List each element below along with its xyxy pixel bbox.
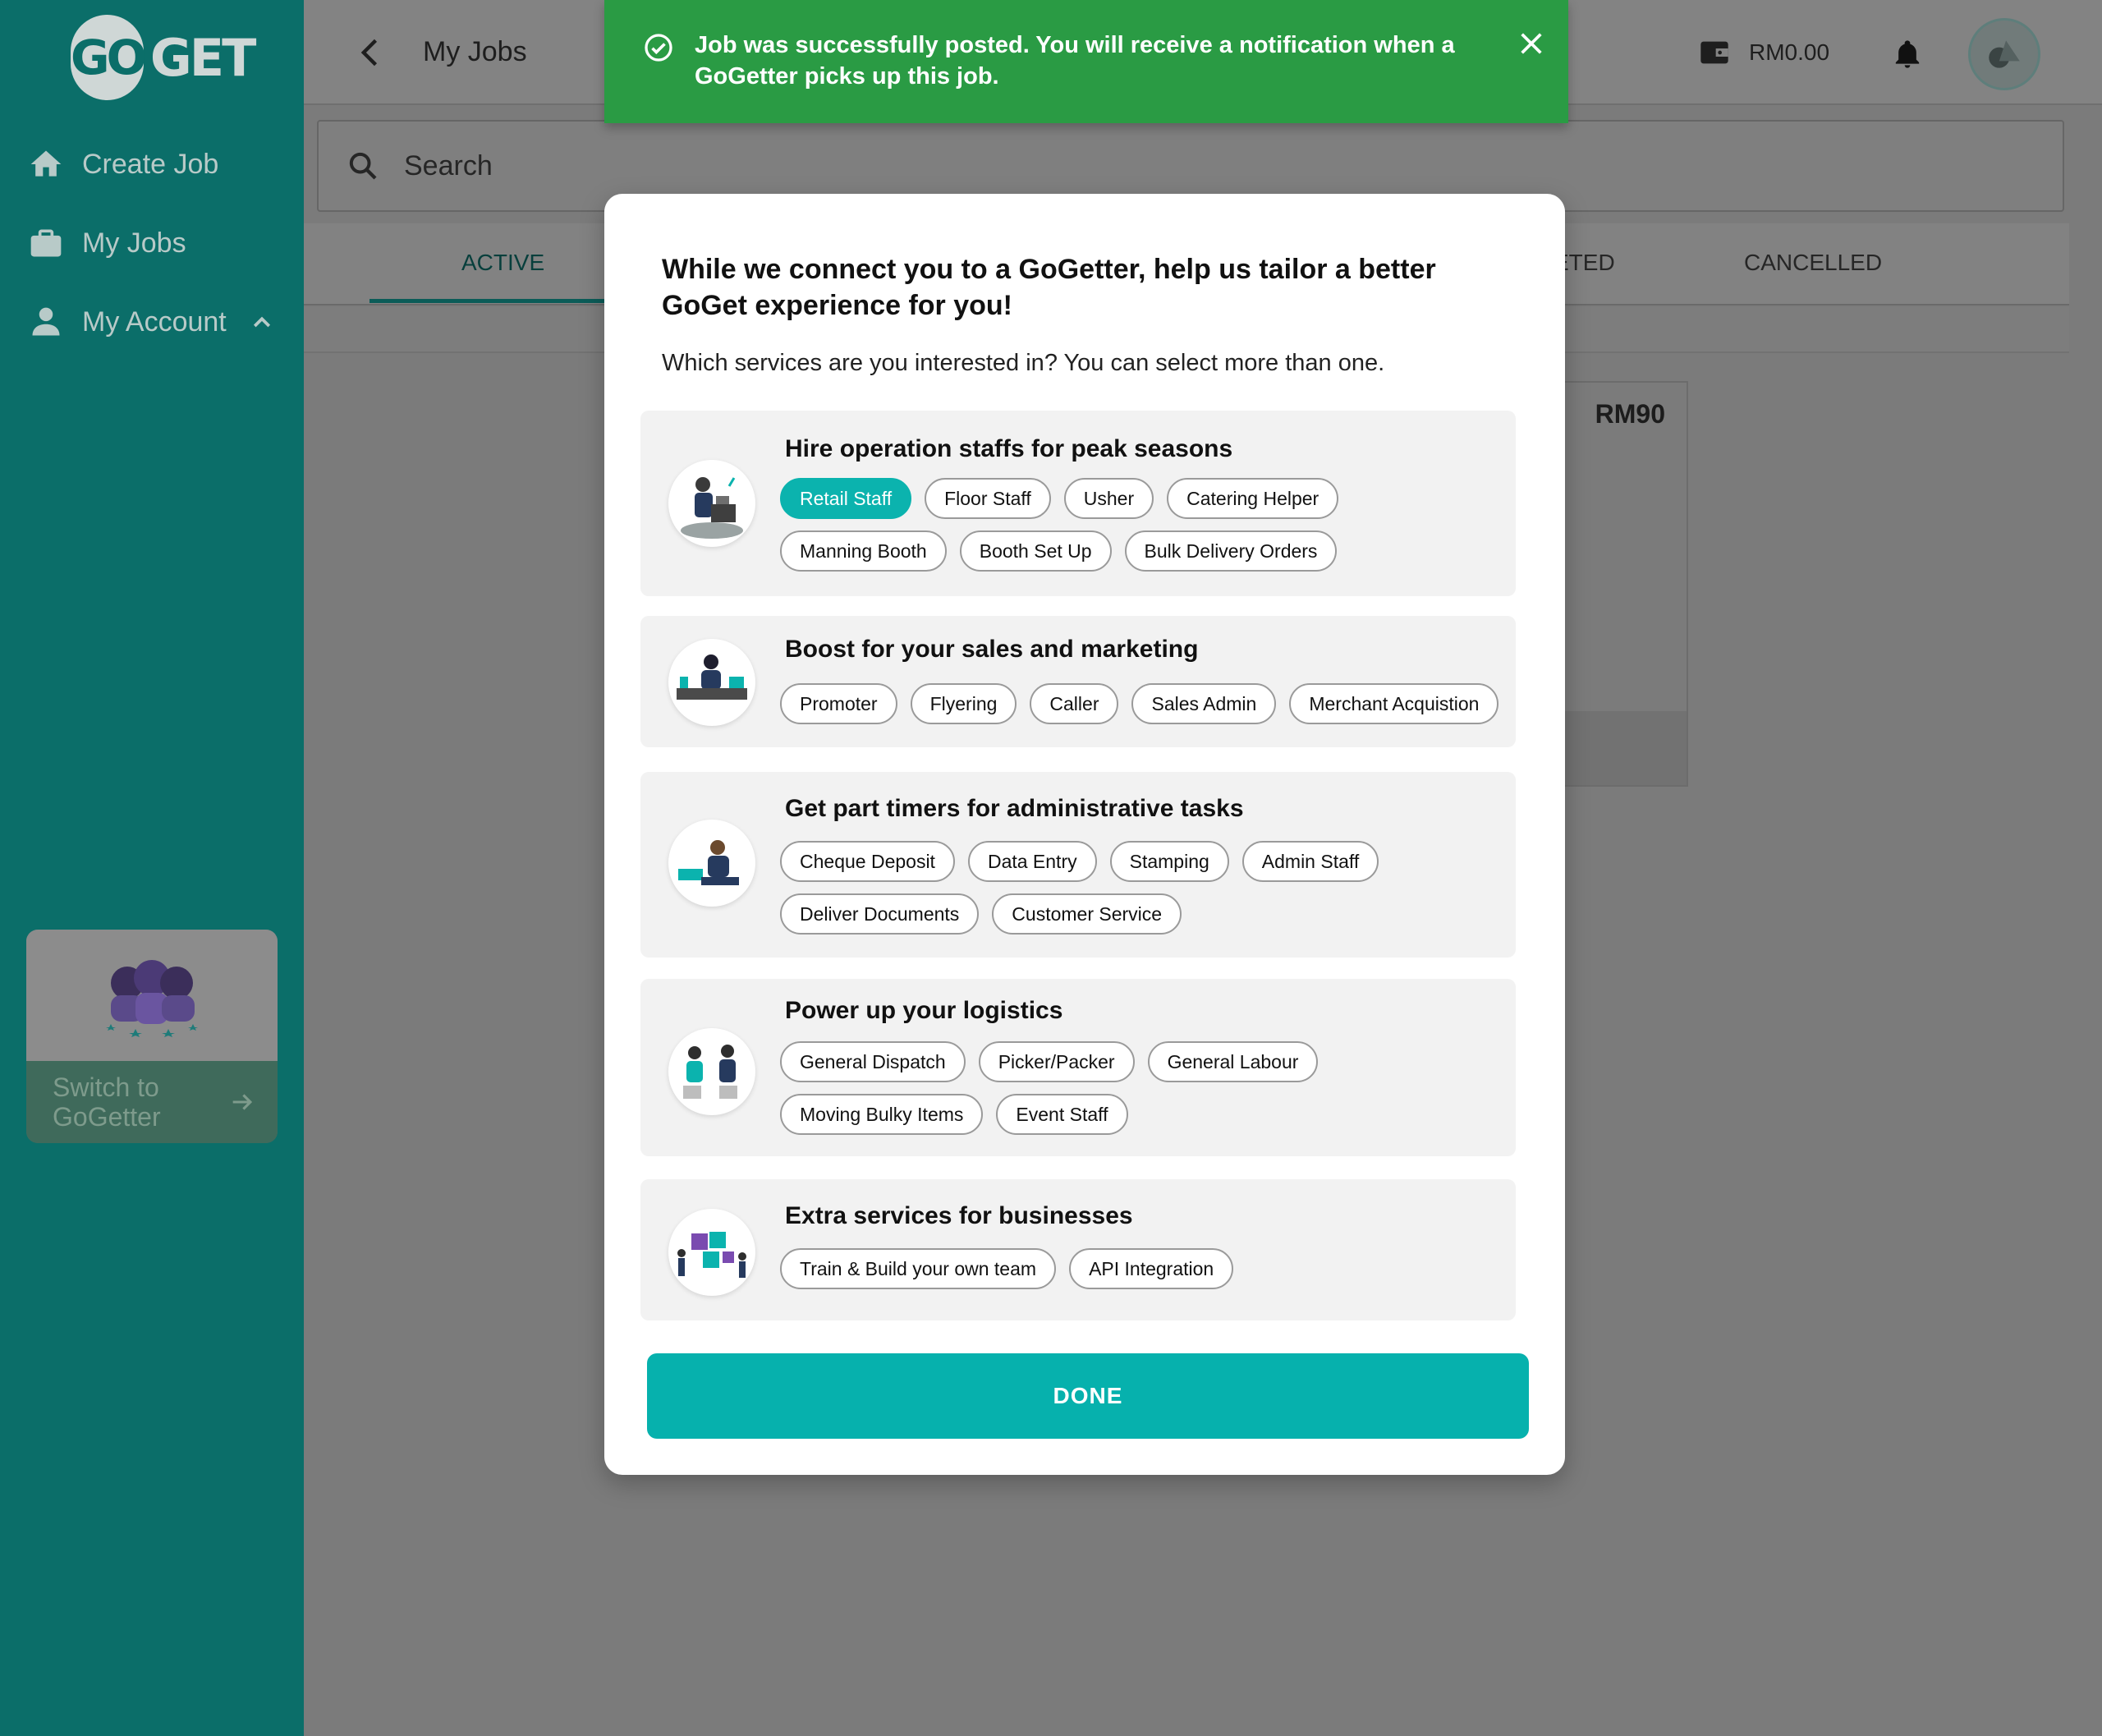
active-tab-indicator <box>369 299 640 303</box>
switch-to-gogetter-card[interactable]: Switch to GoGetter <box>26 930 278 1143</box>
switch-to-gogetter-row[interactable]: Switch to GoGetter <box>26 1061 278 1143</box>
search-icon <box>349 152 377 180</box>
logistics-workers-illustration-icon <box>668 1028 755 1115</box>
puzzle-team-illustration-icon <box>668 1209 755 1296</box>
chip-group: Promoter Flyering Caller Sales Admin Mer… <box>780 683 1503 724</box>
admin-worker-illustration-icon <box>668 820 755 907</box>
chip-cheque-deposit[interactable]: Cheque Deposit <box>780 841 955 882</box>
sidebar-item-create-job[interactable]: Create Job <box>28 140 218 189</box>
chevron-up-icon[interactable] <box>250 310 274 334</box>
sidebar-item-label: My Account <box>82 305 227 338</box>
chip-usher[interactable]: Usher <box>1063 478 1154 519</box>
toast-message: Job was successfully posted. You will re… <box>695 32 1455 90</box>
bell-icon[interactable] <box>1891 36 1924 72</box>
chip-stamping[interactable]: Stamping <box>1109 841 1229 882</box>
chip-train-build-team[interactable]: Train & Build your own team <box>780 1248 1057 1289</box>
tab-cancelled[interactable]: CANCELLED <box>1744 250 1882 276</box>
section-administrative-tasks: Get part timers for administrative tasks… <box>640 772 1516 958</box>
check-circle-icon <box>645 34 672 62</box>
success-toast: Job was successfully posted. You will re… <box>604 0 1568 123</box>
chip-customer-service[interactable]: Customer Service <box>992 893 1182 935</box>
section-title: Boost for your sales and marketing <box>785 636 1199 663</box>
chip-catering-helper[interactable]: Catering Helper <box>1167 478 1339 519</box>
logo-circle: GO <box>71 15 147 100</box>
chip-sales-admin[interactable]: Sales Admin <box>1131 683 1277 724</box>
balance-value: RM0.00 <box>1749 39 1830 65</box>
chip-general-labour[interactable]: General Labour <box>1147 1041 1319 1082</box>
promoter-illustration-icon <box>668 639 755 726</box>
home-icon <box>30 150 62 177</box>
job-price: RM90 <box>1595 399 1665 429</box>
wallet-balance[interactable]: RM0.00 <box>1698 36 1829 69</box>
back-arrow-icon[interactable] <box>353 33 389 72</box>
modal-title: While we connect you to a GoGetter, help… <box>662 254 1436 321</box>
person-icon <box>32 307 60 336</box>
chip-group: Retail Staff Floor Staff Usher Catering … <box>780 478 1503 572</box>
section-title: Hire operation staffs for peak seasons <box>785 435 1233 462</box>
chip-group: General Dispatch Picker/Packer General L… <box>780 1041 1503 1135</box>
avatar[interactable] <box>1968 18 2040 90</box>
switch-illustration <box>26 930 278 1061</box>
section-title: Get part timers for administrative tasks <box>785 795 1244 822</box>
chip-event-staff[interactable]: Event Staff <box>996 1094 1128 1135</box>
wallet-icon <box>1700 41 1728 64</box>
section-operation-staffs: Hire operation staffs for peak seasons R… <box>640 411 1516 596</box>
services-survey-modal: While we connect you to a GoGetter, help… <box>604 194 1565 1475</box>
done-button[interactable]: DONE <box>647 1353 1529 1439</box>
section-title: Extra services for businesses <box>785 1202 1133 1229</box>
sidebar-item-my-jobs[interactable]: My Jobs <box>28 218 186 268</box>
chip-general-dispatch[interactable]: General Dispatch <box>780 1041 966 1082</box>
chip-bulk-delivery-orders[interactable]: Bulk Delivery Orders <box>1124 530 1338 572</box>
gogetters-illustration-icon <box>106 960 198 1037</box>
sidebar-item-label: Create Job <box>82 148 219 180</box>
logo-text: GET <box>149 27 257 88</box>
avatar-icon <box>1989 40 2020 68</box>
chip-deliver-documents[interactable]: Deliver Documents <box>780 893 980 935</box>
chip-group: Cheque Deposit Data Entry Stamping Admin… <box>780 841 1503 935</box>
section-sales-marketing: Boost for your sales and marketing Promo… <box>640 616 1516 747</box>
chip-picker-packer[interactable]: Picker/Packer <box>978 1041 1135 1082</box>
cashier-illustration-icon <box>668 460 755 547</box>
arrow-right-icon <box>232 1094 253 1110</box>
page-title: My Jobs <box>423 36 527 67</box>
chip-merchant-acquisition[interactable]: Merchant Acquistion <box>1289 683 1499 724</box>
chip-promoter[interactable]: Promoter <box>780 683 897 724</box>
briefcase-icon <box>30 229 62 257</box>
sidebar: GO GET Create Job My Jobs My Account Swi… <box>0 0 304 1736</box>
chip-flyering[interactable]: Flyering <box>910 683 1017 724</box>
chip-group: Train & Build your own team API Integrat… <box>780 1248 1503 1289</box>
chip-floor-staff[interactable]: Floor Staff <box>925 478 1051 519</box>
chip-admin-staff[interactable]: Admin Staff <box>1241 841 1379 882</box>
switch-label: Switch to GoGetter <box>53 1072 161 1132</box>
sidebar-item-label: My Jobs <box>82 227 186 259</box>
chip-manning-booth[interactable]: Manning Booth <box>780 530 947 572</box>
search-placeholder: Search <box>404 149 493 181</box>
chip-data-entry[interactable]: Data Entry <box>967 841 1097 882</box>
modal-subtitle: Which services are you interested in? Yo… <box>662 350 1385 376</box>
section-title: Power up your logistics <box>785 997 1063 1024</box>
chip-booth-set-up[interactable]: Booth Set Up <box>959 530 1112 572</box>
section-logistics: Power up your logistics General Dispatch… <box>640 979 1516 1156</box>
sidebar-item-my-account[interactable]: My Account <box>28 297 274 347</box>
goget-logo[interactable]: GO GET <box>71 15 256 100</box>
chip-moving-bulky-items[interactable]: Moving Bulky Items <box>780 1094 984 1135</box>
close-icon[interactable] <box>1517 30 1545 57</box>
chip-api-integration[interactable]: API Integration <box>1069 1248 1234 1289</box>
chip-caller[interactable]: Caller <box>1030 683 1119 724</box>
chip-retail-staff[interactable]: Retail Staff <box>780 478 912 519</box>
tab-active[interactable]: ACTIVE <box>461 250 544 276</box>
section-extra-services: Extra services for businesses Train & Bu… <box>640 1179 1516 1320</box>
